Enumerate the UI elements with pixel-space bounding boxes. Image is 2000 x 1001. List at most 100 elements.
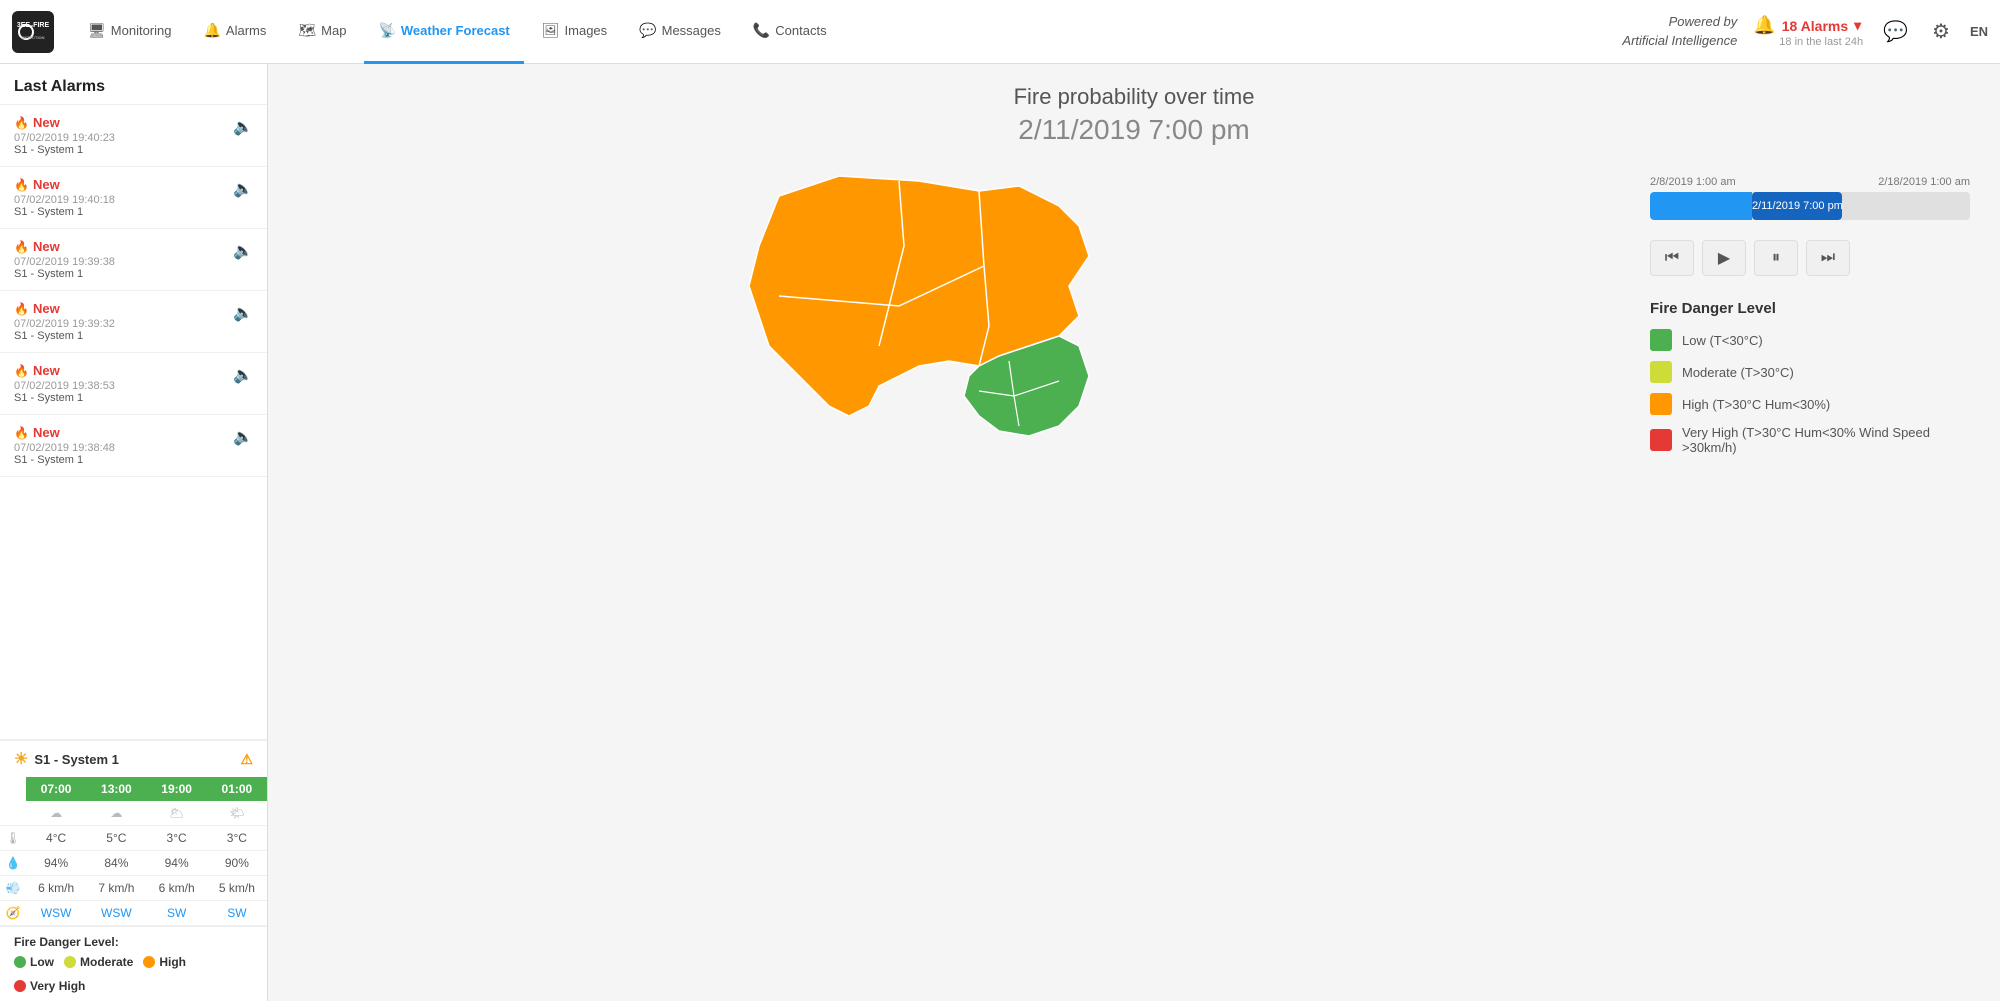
- wind-speed-cell: 6 km/h: [147, 876, 207, 901]
- contacts-icon: 📞: [753, 22, 770, 39]
- wind-speed-cell: 7 km/h: [86, 876, 146, 901]
- sidebar: Last Alarms 🔥 New 07/02/2019 19:40:23 S1…: [0, 64, 268, 1001]
- sound-button[interactable]: 🔈: [233, 425, 253, 447]
- alarm-info: 🔥 New 07/02/2019 19:39:38 S1 - System 1: [14, 239, 233, 280]
- alarm-system: S1 - System 1: [14, 330, 233, 342]
- legend-swatch: [1650, 329, 1672, 351]
- settings-button[interactable]: ⚙: [1928, 15, 1954, 48]
- wind-direction-cell: SW: [147, 901, 207, 926]
- rewind-icon: ⏮: [1665, 249, 1679, 267]
- wind-speed-cell: 5 km/h: [207, 876, 267, 901]
- row-icon-wind: 💨: [0, 876, 26, 901]
- alarm-item: 🔥 New 07/02/2019 19:38:53 S1 - System 1 …: [0, 353, 267, 415]
- fire-icon: 🔥: [14, 178, 29, 192]
- sound-button[interactable]: 🔈: [233, 177, 253, 199]
- alarm-system: S1 - System 1: [14, 206, 233, 218]
- nav-map[interactable]: 🗺 Map: [284, 0, 360, 64]
- row-icon-temp: 🌡: [0, 826, 26, 851]
- nav-monitoring[interactable]: 🖥 Monitoring: [74, 0, 185, 64]
- chat-button[interactable]: 💬: [1879, 15, 1912, 48]
- wind-direction-cell: WSW: [26, 901, 86, 926]
- alarm-date: 07/02/2019 19:40:18: [14, 194, 233, 206]
- sound-button[interactable]: 🔈: [233, 363, 253, 385]
- nav-right: Powered by Artificial Intelligence 🔔 18 …: [1622, 13, 1988, 49]
- fire-danger-bar: Fire Danger Level: LowModerateHighVery H…: [0, 926, 267, 1001]
- alarm-info: 🔥 New 07/02/2019 19:38:53 S1 - System 1: [14, 363, 233, 404]
- alarm-system: S1 - System 1: [14, 454, 233, 466]
- legend-swatch: [1650, 361, 1672, 383]
- wind-direction-cell: SW: [207, 901, 267, 926]
- weather-condition-icon: 🌤: [207, 801, 267, 826]
- alert-icon: ⚠: [240, 751, 253, 768]
- timeline-track[interactable]: 2/11/2019 7:00 pm: [1650, 192, 1970, 220]
- weather-col-header: 01:00: [207, 777, 267, 801]
- nav-images[interactable]: 🖼 Images: [528, 0, 621, 64]
- map-svg: [719, 166, 1199, 466]
- sound-button[interactable]: 🔈: [233, 301, 253, 323]
- wind-direction-cell: WSW: [86, 901, 146, 926]
- fire-danger-legend-item: High: [143, 955, 186, 969]
- nav-messages[interactable]: 💬 Messages: [625, 0, 735, 64]
- legend-swatch: [1650, 429, 1672, 451]
- alarm-date: 07/02/2019 19:38:48: [14, 442, 233, 454]
- fire-icon: 🔥: [14, 240, 29, 254]
- nav-links: 🖥 Monitoring 🔔 Alarms 🗺 Map 📡 Weather Fo…: [74, 0, 1622, 64]
- timeline-thumb[interactable]: 2/11/2019 7:00 pm: [1752, 192, 1842, 220]
- legend-dot: [14, 980, 26, 992]
- sound-button[interactable]: 🔈: [233, 239, 253, 261]
- alarm-item: 🔥 New 07/02/2019 19:40:23 S1 - System 1 …: [0, 105, 267, 167]
- svg-text:DETECTION: DETECTION: [21, 35, 44, 40]
- alarms-button[interactable]: 🔔 18 Alarms ▾: [1753, 15, 1861, 36]
- play-button[interactable]: ▶: [1702, 240, 1746, 276]
- sound-button[interactable]: 🔈: [233, 115, 253, 137]
- chart-title: Fire probability over time: [298, 84, 1970, 110]
- humidity-cell: 84%: [86, 851, 146, 876]
- timeline-labels: 2/8/2019 1:00 am 2/18/2019 1:00 am: [1650, 176, 1970, 188]
- alarm-status: 🔥 New: [14, 425, 233, 440]
- alarm-bell-icon: 🔔: [1753, 15, 1775, 36]
- humidity-cell: 90%: [207, 851, 267, 876]
- legend-panel: 2/8/2019 1:00 am 2/18/2019 1:00 am 2/11/…: [1650, 166, 1970, 465]
- temperature-cell: 4°C: [26, 826, 86, 851]
- forward-button[interactable]: ⏭: [1806, 240, 1850, 276]
- fire-icon: 🔥: [14, 302, 29, 316]
- alarm-info: 🔥 New 07/02/2019 19:40:18 S1 - System 1: [14, 177, 233, 218]
- main-content: Fire probability over time 2/11/2019 7:0…: [268, 64, 2000, 1001]
- controls-row: ⏮ ▶ ⏸ ⏭: [1650, 240, 1970, 276]
- nav-contacts[interactable]: 📞 Contacts: [739, 0, 841, 64]
- timeline-fill: [1650, 192, 1752, 220]
- map-icon: 🗺: [298, 22, 316, 39]
- timeline-section: 2/8/2019 1:00 am 2/18/2019 1:00 am 2/11/…: [1650, 176, 1970, 220]
- map-area: [298, 166, 1620, 466]
- fire-icon: 🔥: [14, 364, 29, 378]
- row-icon-wind-dir: 🧭: [0, 901, 26, 926]
- danger-legend: Fire Danger Level Low (T<30°C)Moderate (…: [1650, 300, 1970, 455]
- logo-icon: 3EE₂FIRE DETECTION: [12, 11, 54, 53]
- nav-alarms[interactable]: 🔔 Alarms: [189, 0, 280, 64]
- monitoring-icon: 🖥: [88, 22, 106, 39]
- row-icon-humidity: 💧: [0, 851, 26, 876]
- alarm-item: 🔥 New 07/02/2019 19:39:32 S1 - System 1 …: [0, 291, 267, 353]
- top-nav: 3EE₂FIRE DETECTION 🖥 Monitoring 🔔 Alarms…: [0, 0, 2000, 64]
- alarm-status: 🔥 New: [14, 115, 233, 130]
- legend-row: Moderate (T>30°C): [1650, 361, 1970, 383]
- rewind-button[interactable]: ⏮: [1650, 240, 1694, 276]
- weather-icon: 📡: [378, 22, 395, 39]
- alarm-info: 🔥 New 07/02/2019 19:39:32 S1 - System 1: [14, 301, 233, 342]
- legend-dot: [64, 956, 76, 968]
- legend-row: High (T>30°C Hum<30%): [1650, 393, 1970, 415]
- system-weather: ☀ S1 - System 1 ⚠ 07:0013:0019:0001:00 ☁…: [0, 739, 267, 926]
- language-selector[interactable]: EN: [1970, 24, 1988, 39]
- fire-icon: 🔥: [14, 116, 29, 130]
- legend-row: Very High (T>30°C Hum<30% Wind Speed >30…: [1650, 425, 1970, 455]
- alarms-list: 🔥 New 07/02/2019 19:40:23 S1 - System 1 …: [0, 105, 267, 739]
- alarms-icon: 🔔: [203, 22, 220, 39]
- chevron-down-icon: ▾: [1854, 17, 1861, 34]
- messages-icon: 💬: [639, 22, 656, 39]
- weather-col-header: 13:00: [86, 777, 146, 801]
- legend-dot: [14, 956, 26, 968]
- nav-weather[interactable]: 📡 Weather Forecast: [364, 0, 523, 64]
- pause-button[interactable]: ⏸: [1754, 240, 1798, 276]
- row-icon-weather: [0, 801, 26, 826]
- alarm-status: 🔥 New: [14, 239, 233, 254]
